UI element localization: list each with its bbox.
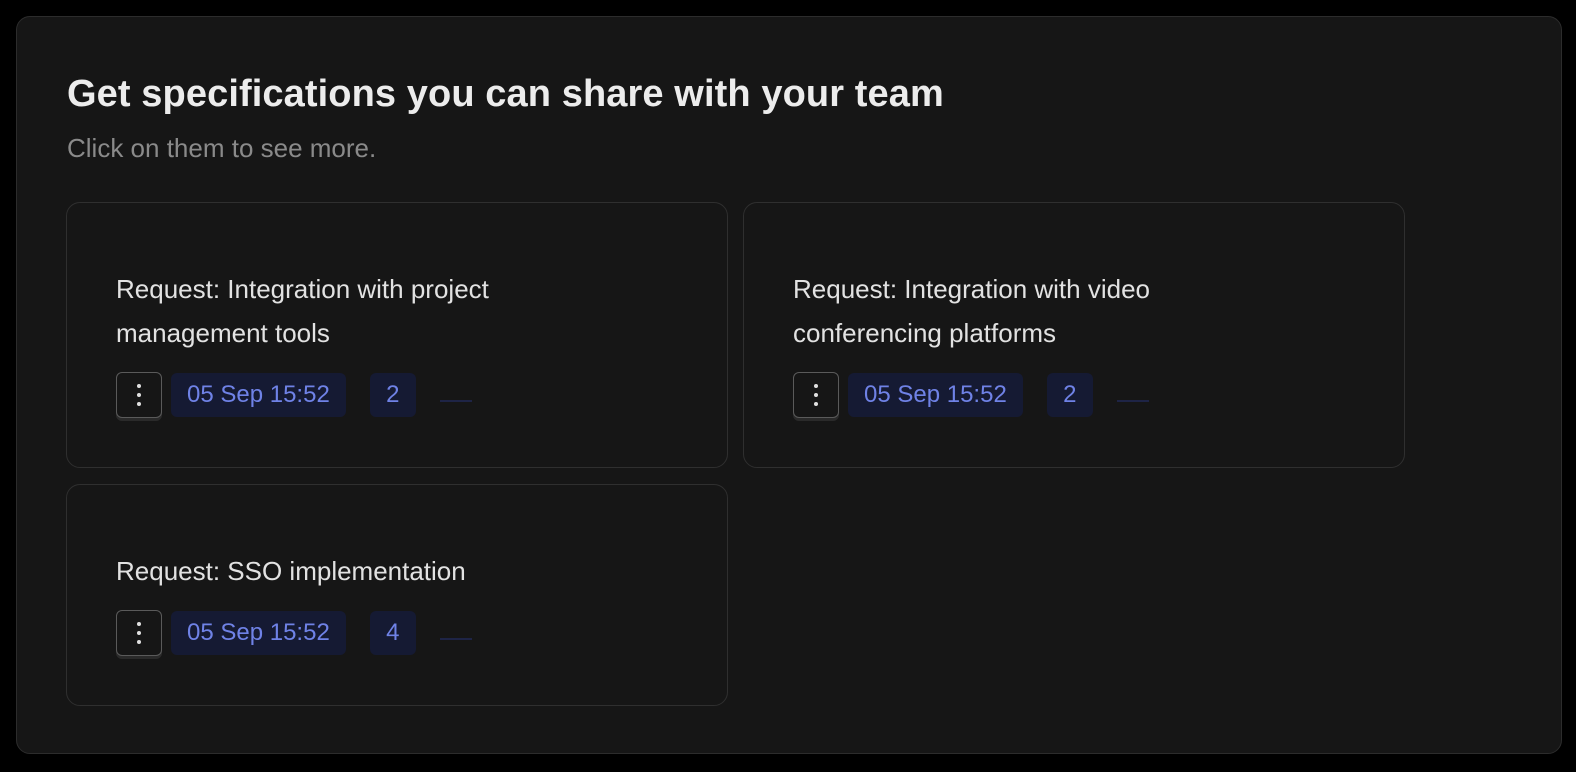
spec-card-sso[interactable]: Request: SSO implementation 05 Sep 15:52…	[66, 484, 728, 706]
vertical-dots-icon	[814, 384, 818, 406]
page-subtitle: Click on them to see more.	[67, 133, 377, 163]
more-options-button[interactable]	[793, 372, 839, 418]
count-badge: 4	[369, 611, 416, 655]
spec-card-meta: 05 Sep 15:52 4	[116, 609, 472, 657]
vertical-dots-icon	[137, 384, 141, 406]
spec-card-project-management[interactable]: Request: Integration with project manage…	[66, 202, 728, 468]
spec-card-video-conferencing[interactable]: Request: Integration with video conferen…	[743, 202, 1405, 468]
more-options-button[interactable]	[116, 610, 162, 656]
spec-card-meta: 05 Sep 15:52 2	[793, 371, 1149, 419]
specifications-panel: Get specifications you can share with yo…	[16, 16, 1562, 754]
spec-card-title: Request: Integration with video conferen…	[793, 274, 1150, 348]
divider-dash	[439, 400, 472, 402]
date-badge: 05 Sep 15:52	[171, 373, 346, 417]
date-badge: 05 Sep 15:52	[171, 611, 346, 655]
spec-card-title: Request: Integration with project manage…	[116, 274, 489, 348]
count-badge: 2	[1046, 373, 1093, 417]
page-title: Get specifications you can share with yo…	[67, 73, 944, 115]
more-options-button[interactable]	[116, 372, 162, 418]
spec-card-meta: 05 Sep 15:52 2	[116, 371, 472, 419]
count-badge: 2	[369, 373, 416, 417]
date-badge: 05 Sep 15:52	[848, 373, 1023, 417]
divider-dash	[1116, 400, 1149, 402]
vertical-dots-icon	[137, 622, 141, 644]
divider-dash	[439, 638, 472, 640]
spec-card-title: Request: SSO implementation	[116, 556, 466, 586]
